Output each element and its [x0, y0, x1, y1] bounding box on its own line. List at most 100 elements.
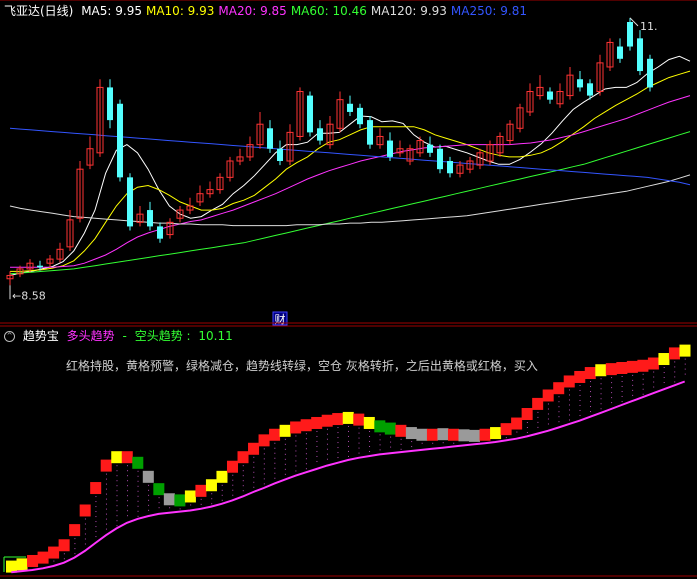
fill-dot: [579, 399, 581, 401]
fill-dot: [590, 381, 592, 383]
fill-dot: [305, 463, 307, 465]
fill-dot: [105, 503, 107, 505]
fill-dot: [148, 499, 150, 501]
candle: [56, 242, 64, 263]
fill-dot: [684, 363, 686, 365]
fill-dot: [95, 516, 97, 518]
low-price-label: ←8.58: [12, 289, 46, 302]
trend-block: [132, 456, 144, 469]
fill-dot: [379, 439, 381, 441]
fill-dot: [600, 408, 602, 410]
fill-dot: [305, 433, 307, 435]
fill-dot: [316, 440, 318, 442]
fill-dot: [116, 490, 118, 492]
fill-dot: [674, 371, 676, 373]
fill-dot: [526, 422, 528, 423]
fill-dot: [568, 409, 570, 411]
fill-dot: [95, 511, 97, 513]
fill-dot: [442, 442, 444, 444]
fill-dot: [263, 473, 265, 475]
trend-block: [290, 421, 302, 434]
fill-dot: [348, 430, 349, 432]
fill-dot: [348, 445, 349, 447]
sub-panel-header: ^ 趋势宝 多头趋势 - 空头趋势 : 10.11: [0, 327, 237, 345]
fill-dot: [453, 442, 455, 444]
fill-dot: [358, 452, 360, 454]
collapse-icon[interactable]: ^: [4, 331, 15, 342]
candle: [96, 79, 104, 157]
fill-dot: [232, 484, 234, 486]
trend-block: [90, 482, 102, 495]
trend-block: [384, 422, 396, 435]
fill-dot: [127, 480, 129, 482]
fill-dot: [432, 442, 434, 444]
fill-dot: [200, 503, 202, 505]
candle: [336, 91, 344, 133]
fill-dot: [411, 446, 413, 448]
fill-dot: [127, 515, 129, 517]
candle-body-down: [147, 210, 153, 227]
fill-dot: [579, 384, 581, 386]
fill-dot: [611, 397, 613, 399]
trend-block: [605, 363, 617, 376]
fill-dot: [242, 475, 244, 477]
fill-dot: [95, 496, 97, 498]
fill-dot: [274, 467, 276, 469]
fill-dot: [621, 386, 623, 387]
fill-dot: [579, 414, 581, 416]
fill-dot: [211, 503, 213, 505]
fill-dot: [74, 538, 76, 540]
candle: [347, 95, 353, 117]
fill-dot: [263, 453, 265, 455]
stock-chart[interactable]: ←8.58 11. 财: [0, 0, 697, 579]
fill-dot: [674, 366, 676, 368]
fill-dot: [390, 441, 392, 443]
candle-body-down: [37, 265, 43, 268]
fill-dot: [95, 506, 97, 508]
fill-dot: [127, 465, 129, 467]
fill-dot: [600, 393, 602, 395]
fill-dot: [211, 498, 213, 500]
fill-dot: [95, 526, 97, 528]
fill-dot: [547, 423, 549, 425]
fill-dot: [116, 505, 118, 507]
fill-dot: [579, 394, 581, 396]
trend-block: [668, 347, 680, 360]
fill-dot: [337, 452, 339, 454]
fill-dot: [253, 456, 255, 458]
fill-dot: [568, 389, 570, 391]
fill-dot: [400, 443, 402, 445]
trend-block: [279, 424, 291, 437]
fill-dot: [316, 455, 318, 457]
fill-dot: [358, 432, 360, 434]
candle: [466, 156, 474, 174]
fill-dot: [400, 438, 402, 440]
trend-block: [584, 367, 596, 380]
fill-dot: [221, 489, 223, 491]
fill-dot: [674, 361, 676, 363]
fill-dot: [116, 475, 118, 477]
fill-dot: [326, 458, 328, 460]
candle-body-down: [117, 103, 123, 178]
trend-block: [416, 428, 428, 441]
fill-dot: [611, 402, 613, 404]
trend-block: [395, 424, 407, 437]
candle: [317, 120, 323, 145]
trend-block: [226, 460, 239, 473]
fill-dot: [127, 505, 129, 507]
trend-block: [553, 382, 565, 395]
fill-dot: [137, 490, 139, 492]
fill-dot: [105, 488, 107, 490]
candle: [516, 103, 524, 133]
fill-dot: [632, 394, 634, 396]
fill-dot: [63, 558, 65, 560]
fill-dot: [390, 446, 392, 448]
fill-dot: [358, 437, 360, 439]
candle: [76, 161, 84, 223]
fill-dot: [253, 476, 255, 478]
fill-dot: [379, 444, 381, 446]
legend-ma5: MA5: 9.95: [81, 4, 142, 18]
fill-dot: [369, 430, 371, 432]
fill-dot: [137, 510, 139, 512]
fill-dot: [137, 500, 139, 502]
